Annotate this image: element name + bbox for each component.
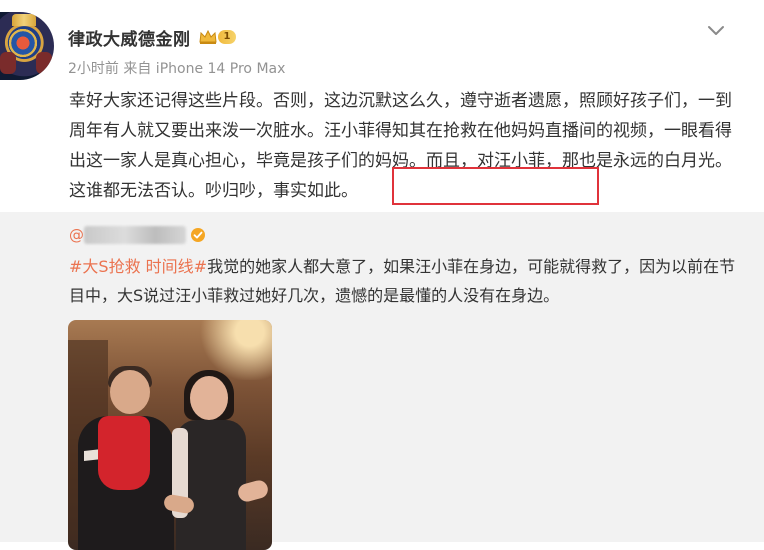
crown-icon (198, 29, 217, 44)
repost-card[interactable]: @ #大S抢救 时间线#我觉的她家人都大意了，如果汪小菲在身边，可能就得救了，因… (0, 212, 764, 550)
post-header: 律政大威德金刚 1 (68, 22, 237, 52)
post-meta: 2小时前 来自 iPhone 14 Pro Max (68, 61, 286, 77)
post-image[interactable] (68, 320, 272, 550)
hashtag-link[interactable]: #大S抢救 (69, 257, 141, 276)
highlighted-text: 吵归吵，事实如此。 (205, 181, 358, 201)
repost-author[interactable]: @ (69, 224, 206, 246)
blurred-username (84, 226, 186, 244)
repost-text: #大S抢救 时间线#我觉的她家人都大意了，如果汪小菲在身边，可能就得救了，因为以… (69, 252, 739, 310)
hashtag-link-2[interactable]: 时间线# (141, 257, 207, 276)
chevron-down-icon[interactable] (706, 20, 726, 40)
at-sign: @ (69, 226, 84, 244)
username[interactable]: 律政大威德金刚 (68, 25, 191, 50)
badge-level: 1 (217, 30, 237, 44)
vip-badge[interactable]: 1 (198, 28, 237, 46)
verified-badge-icon (191, 228, 205, 242)
avatar[interactable] (0, 12, 54, 80)
highlight-box (392, 167, 599, 205)
